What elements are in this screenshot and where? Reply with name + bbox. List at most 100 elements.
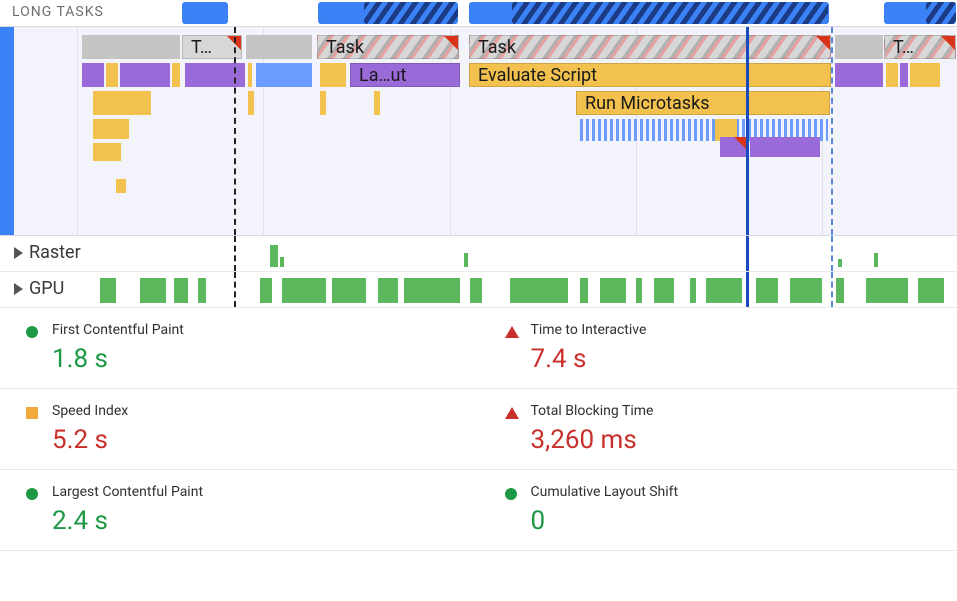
metric-value: 2.4 s: [52, 506, 469, 536]
raster-track[interactable]: Raster: [0, 236, 957, 272]
task-label: Task: [478, 37, 516, 58]
raster-activity[interactable]: [874, 253, 878, 267]
gpu-activity[interactable]: [260, 278, 272, 303]
metric-value: 3,260 ms: [531, 425, 948, 455]
block[interactable]: [256, 63, 312, 87]
status-bad-icon: [505, 407, 519, 419]
raster-activity[interactable]: [464, 253, 468, 267]
long-task-bar-hatched[interactable]: [926, 2, 956, 24]
task-bar[interactable]: T…: [884, 35, 956, 59]
layout-block[interactable]: [720, 137, 748, 157]
metric-total-blocking-time[interactable]: Total Blocking Time 3,260 ms: [479, 389, 957, 470]
time-marker-dashed[interactable]: [234, 27, 236, 235]
layout-block[interactable]: [185, 63, 245, 87]
long-task-bar-hatched[interactable]: [512, 2, 828, 24]
script-block[interactable]: [320, 91, 326, 115]
metric-label: Largest Contentful Paint: [52, 484, 469, 500]
time-marker-dashed-blue: [831, 236, 833, 271]
gpu-activity[interactable]: [140, 278, 166, 303]
layout-block[interactable]: [900, 63, 908, 87]
long-task-bar-hatched[interactable]: [364, 2, 458, 24]
layout-block[interactable]: [835, 63, 883, 87]
gpu-track[interactable]: GPU: [0, 272, 957, 308]
raster-label: Raster: [29, 242, 81, 263]
evaluate-script-label: Evaluate Script: [478, 65, 597, 86]
gpu-activity[interactable]: [836, 278, 844, 303]
gpu-activity[interactable]: [756, 278, 778, 303]
microtasks-label: Run Microtasks: [585, 93, 710, 114]
layout-block[interactable]: [120, 63, 170, 87]
gpu-activity[interactable]: [790, 278, 822, 303]
gpu-activity[interactable]: [918, 278, 944, 303]
task-bar[interactable]: Task: [469, 35, 831, 59]
script-block[interactable]: [374, 91, 380, 115]
gpu-activity[interactable]: [580, 278, 588, 303]
gpu-activity[interactable]: [378, 278, 398, 303]
script-block[interactable]: [93, 143, 121, 161]
task-bar[interactable]: T…: [182, 35, 242, 59]
metric-label: Cumulative Layout Shift: [531, 484, 948, 500]
layout-block[interactable]: [750, 137, 820, 157]
script-block[interactable]: [106, 63, 118, 87]
metric-cumulative-layout-shift[interactable]: Cumulative Layout Shift 0: [479, 470, 957, 551]
metric-label: First Contentful Paint: [52, 322, 469, 338]
raster-activity[interactable]: [280, 257, 284, 267]
layout-label: La…ut: [359, 65, 406, 86]
script-block[interactable]: [93, 119, 129, 139]
gpu-activity[interactable]: [636, 278, 642, 303]
metric-first-contentful-paint[interactable]: First Contentful Paint 1.8 s: [0, 308, 479, 389]
metric-largest-contentful-paint[interactable]: Largest Contentful Paint 2.4 s: [0, 470, 479, 551]
gpu-activity[interactable]: [332, 278, 366, 303]
layout-bar[interactable]: La…ut: [350, 63, 460, 87]
gpu-activity[interactable]: [510, 278, 568, 303]
task-bar[interactable]: [835, 35, 883, 59]
metric-time-to-interactive[interactable]: Time to Interactive 7.4 s: [479, 308, 957, 389]
evaluate-script-bar[interactable]: Evaluate Script: [469, 63, 831, 87]
metric-value: 7.4 s: [531, 344, 948, 374]
expand-icon[interactable]: [14, 283, 23, 295]
gpu-label: GPU: [29, 278, 64, 299]
time-marker-solid[interactable]: [746, 27, 749, 235]
long-task-bar[interactable]: [182, 2, 228, 24]
script-block[interactable]: [116, 179, 126, 193]
script-block[interactable]: [93, 91, 151, 115]
gpu-activity[interactable]: [100, 278, 116, 303]
task-label: Task: [326, 37, 364, 58]
run-microtasks-bar[interactable]: Run Microtasks: [576, 91, 830, 115]
layout-block[interactable]: [82, 63, 104, 87]
gpu-activity[interactable]: [866, 278, 908, 303]
time-marker-solid: [746, 272, 749, 307]
script-block[interactable]: [320, 63, 346, 87]
status-warn-icon: [26, 407, 38, 419]
time-marker-dashed-blue[interactable]: [831, 27, 833, 235]
left-rail: [0, 27, 14, 235]
gpu-activity[interactable]: [470, 278, 482, 303]
script-block[interactable]: [910, 63, 940, 87]
expand-icon[interactable]: [14, 247, 23, 259]
gpu-activity[interactable]: [174, 278, 188, 303]
task-bar[interactable]: [82, 35, 180, 59]
metric-value: 0: [531, 506, 948, 536]
script-block[interactable]: [248, 63, 252, 87]
gpu-activity[interactable]: [690, 278, 696, 303]
metric-value: 1.8 s: [52, 344, 469, 374]
script-block[interactable]: [172, 63, 180, 87]
metrics-grid: First Contentful Paint 1.8 s Time to Int…: [0, 308, 957, 551]
gpu-activity[interactable]: [654, 278, 674, 303]
script-block[interactable]: [248, 91, 254, 115]
metric-speed-index[interactable]: Speed Index 5.2 s: [0, 389, 479, 470]
gpu-activity[interactable]: [282, 278, 326, 303]
script-block[interactable]: [886, 63, 898, 87]
gpu-activity[interactable]: [706, 278, 742, 303]
task-bar[interactable]: Task: [317, 35, 459, 59]
gpu-track-label: GPU: [14, 278, 64, 299]
task-bar[interactable]: [246, 35, 312, 59]
status-bad-icon: [505, 326, 519, 338]
gpu-activity[interactable]: [600, 278, 626, 303]
gpu-activity[interactable]: [404, 278, 460, 303]
gpu-activity[interactable]: [198, 278, 206, 303]
time-marker-dashed: [234, 272, 236, 307]
raster-activity[interactable]: [838, 259, 842, 267]
main-thread-flame-chart[interactable]: T… Task Task T… La…ut Evaluate Script Ru…: [0, 26, 957, 236]
raster-activity[interactable]: [270, 245, 278, 267]
